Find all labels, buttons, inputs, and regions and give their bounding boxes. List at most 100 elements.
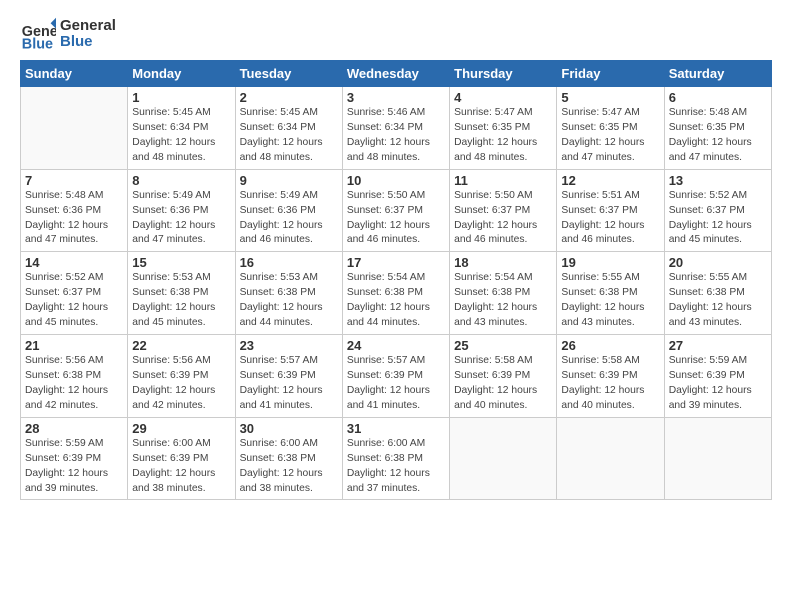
day-info: Sunrise: 5:55 AMSunset: 6:38 PMDaylight:… [561, 272, 644, 328]
day-number: 18 [454, 255, 552, 270]
calendar-week-row: 21 Sunrise: 5:56 AMSunset: 6:38 PMDaylig… [21, 335, 772, 418]
day-info: Sunrise: 5:55 AMSunset: 6:38 PMDaylight:… [669, 272, 752, 328]
logo: General Blue General Blue [20, 16, 116, 52]
calendar-day-cell: 31 Sunrise: 6:00 AMSunset: 6:38 PMDaylig… [342, 417, 449, 500]
calendar-week-row: 14 Sunrise: 5:52 AMSunset: 6:37 PMDaylig… [21, 252, 772, 335]
day-number: 6 [669, 90, 767, 105]
day-number: 22 [132, 338, 230, 353]
calendar-day-cell: 19 Sunrise: 5:55 AMSunset: 6:38 PMDaylig… [557, 252, 664, 335]
calendar-day-cell: 11 Sunrise: 5:50 AMSunset: 6:37 PMDaylig… [450, 169, 557, 252]
calendar-day-cell: 24 Sunrise: 5:57 AMSunset: 6:39 PMDaylig… [342, 335, 449, 418]
day-info: Sunrise: 5:54 AMSunset: 6:38 PMDaylight:… [347, 272, 430, 328]
calendar-day-cell: 27 Sunrise: 5:59 AMSunset: 6:39 PMDaylig… [664, 335, 771, 418]
day-number: 9 [240, 173, 338, 188]
calendar-table: SundayMondayTuesdayWednesdayThursdayFrid… [20, 60, 772, 500]
day-info: Sunrise: 5:57 AMSunset: 6:39 PMDaylight:… [347, 355, 430, 411]
day-number: 11 [454, 173, 552, 188]
weekday-header-cell: Saturday [664, 61, 771, 87]
day-info: Sunrise: 6:00 AMSunset: 6:39 PMDaylight:… [132, 438, 215, 494]
calendar-day-cell: 25 Sunrise: 5:58 AMSunset: 6:39 PMDaylig… [450, 335, 557, 418]
day-info: Sunrise: 5:54 AMSunset: 6:38 PMDaylight:… [454, 272, 537, 328]
calendar-page: General Blue General Blue SundayMondayTu… [0, 0, 792, 510]
day-number: 3 [347, 90, 445, 105]
calendar-day-cell: 22 Sunrise: 5:56 AMSunset: 6:39 PMDaylig… [128, 335, 235, 418]
day-info: Sunrise: 5:53 AMSunset: 6:38 PMDaylight:… [240, 272, 323, 328]
calendar-week-row: 1 Sunrise: 5:45 AMSunset: 6:34 PMDayligh… [21, 87, 772, 170]
day-number: 19 [561, 255, 659, 270]
day-info: Sunrise: 5:52 AMSunset: 6:37 PMDaylight:… [669, 190, 752, 246]
calendar-body: 1 Sunrise: 5:45 AMSunset: 6:34 PMDayligh… [21, 87, 772, 500]
day-number: 25 [454, 338, 552, 353]
calendar-day-cell: 30 Sunrise: 6:00 AMSunset: 6:38 PMDaylig… [235, 417, 342, 500]
day-info: Sunrise: 5:48 AMSunset: 6:36 PMDaylight:… [25, 190, 108, 246]
day-number: 27 [669, 338, 767, 353]
day-info: Sunrise: 5:52 AMSunset: 6:37 PMDaylight:… [25, 272, 108, 328]
day-number: 14 [25, 255, 123, 270]
day-info: Sunrise: 5:53 AMSunset: 6:38 PMDaylight:… [132, 272, 215, 328]
day-number: 7 [25, 173, 123, 188]
day-info: Sunrise: 5:50 AMSunset: 6:37 PMDaylight:… [454, 190, 537, 246]
day-info: Sunrise: 5:47 AMSunset: 6:35 PMDaylight:… [561, 107, 644, 163]
calendar-day-cell: 8 Sunrise: 5:49 AMSunset: 6:36 PMDayligh… [128, 169, 235, 252]
calendar-day-cell: 12 Sunrise: 5:51 AMSunset: 6:37 PMDaylig… [557, 169, 664, 252]
weekday-header-cell: Friday [557, 61, 664, 87]
calendar-day-cell: 23 Sunrise: 5:57 AMSunset: 6:39 PMDaylig… [235, 335, 342, 418]
logo-icon: General Blue [20, 16, 56, 52]
calendar-week-row: 28 Sunrise: 5:59 AMSunset: 6:39 PMDaylig… [21, 417, 772, 500]
calendar-day-cell: 26 Sunrise: 5:58 AMSunset: 6:39 PMDaylig… [557, 335, 664, 418]
calendar-day-cell: 6 Sunrise: 5:48 AMSunset: 6:35 PMDayligh… [664, 87, 771, 170]
day-info: Sunrise: 5:45 AMSunset: 6:34 PMDaylight:… [240, 107, 323, 163]
day-number: 13 [669, 173, 767, 188]
day-number: 15 [132, 255, 230, 270]
calendar-day-cell: 17 Sunrise: 5:54 AMSunset: 6:38 PMDaylig… [342, 252, 449, 335]
day-info: Sunrise: 5:45 AMSunset: 6:34 PMDaylight:… [132, 107, 215, 163]
day-number: 1 [132, 90, 230, 105]
calendar-day-cell: 4 Sunrise: 5:47 AMSunset: 6:35 PMDayligh… [450, 87, 557, 170]
calendar-day-cell: 1 Sunrise: 5:45 AMSunset: 6:34 PMDayligh… [128, 87, 235, 170]
calendar-day-cell: 13 Sunrise: 5:52 AMSunset: 6:37 PMDaylig… [664, 169, 771, 252]
day-number: 16 [240, 255, 338, 270]
calendar-week-row: 7 Sunrise: 5:48 AMSunset: 6:36 PMDayligh… [21, 169, 772, 252]
day-number: 26 [561, 338, 659, 353]
calendar-day-cell [557, 417, 664, 500]
calendar-day-cell: 21 Sunrise: 5:56 AMSunset: 6:38 PMDaylig… [21, 335, 128, 418]
day-info: Sunrise: 5:56 AMSunset: 6:39 PMDaylight:… [132, 355, 215, 411]
calendar-day-cell: 5 Sunrise: 5:47 AMSunset: 6:35 PMDayligh… [557, 87, 664, 170]
day-info: Sunrise: 5:56 AMSunset: 6:38 PMDaylight:… [25, 355, 108, 411]
calendar-day-cell: 29 Sunrise: 6:00 AMSunset: 6:39 PMDaylig… [128, 417, 235, 500]
day-number: 24 [347, 338, 445, 353]
weekday-header-cell: Sunday [21, 61, 128, 87]
weekday-header-cell: Monday [128, 61, 235, 87]
calendar-day-cell [21, 87, 128, 170]
day-number: 2 [240, 90, 338, 105]
day-info: Sunrise: 6:00 AMSunset: 6:38 PMDaylight:… [347, 438, 430, 494]
day-number: 12 [561, 173, 659, 188]
day-info: Sunrise: 5:47 AMSunset: 6:35 PMDaylight:… [454, 107, 537, 163]
day-info: Sunrise: 5:46 AMSunset: 6:34 PMDaylight:… [347, 107, 430, 163]
calendar-day-cell [450, 417, 557, 500]
day-info: Sunrise: 5:59 AMSunset: 6:39 PMDaylight:… [669, 355, 752, 411]
calendar-day-cell: 7 Sunrise: 5:48 AMSunset: 6:36 PMDayligh… [21, 169, 128, 252]
day-number: 4 [454, 90, 552, 105]
day-info: Sunrise: 5:49 AMSunset: 6:36 PMDaylight:… [132, 190, 215, 246]
day-number: 30 [240, 421, 338, 436]
calendar-day-cell: 2 Sunrise: 5:45 AMSunset: 6:34 PMDayligh… [235, 87, 342, 170]
weekday-header-cell: Thursday [450, 61, 557, 87]
calendar-day-cell: 28 Sunrise: 5:59 AMSunset: 6:39 PMDaylig… [21, 417, 128, 500]
weekday-header-cell: Tuesday [235, 61, 342, 87]
calendar-day-cell [664, 417, 771, 500]
day-number: 17 [347, 255, 445, 270]
weekday-header-cell: Wednesday [342, 61, 449, 87]
day-info: Sunrise: 5:51 AMSunset: 6:37 PMDaylight:… [561, 190, 644, 246]
header: General Blue General Blue [20, 16, 772, 52]
calendar-day-cell: 10 Sunrise: 5:50 AMSunset: 6:37 PMDaylig… [342, 169, 449, 252]
calendar-day-cell: 16 Sunrise: 5:53 AMSunset: 6:38 PMDaylig… [235, 252, 342, 335]
day-info: Sunrise: 5:49 AMSunset: 6:36 PMDaylight:… [240, 190, 323, 246]
day-info: Sunrise: 5:58 AMSunset: 6:39 PMDaylight:… [454, 355, 537, 411]
day-info: Sunrise: 6:00 AMSunset: 6:38 PMDaylight:… [240, 438, 323, 494]
day-number: 21 [25, 338, 123, 353]
calendar-day-cell: 9 Sunrise: 5:49 AMSunset: 6:36 PMDayligh… [235, 169, 342, 252]
day-number: 23 [240, 338, 338, 353]
day-info: Sunrise: 5:59 AMSunset: 6:39 PMDaylight:… [25, 438, 108, 494]
day-number: 10 [347, 173, 445, 188]
